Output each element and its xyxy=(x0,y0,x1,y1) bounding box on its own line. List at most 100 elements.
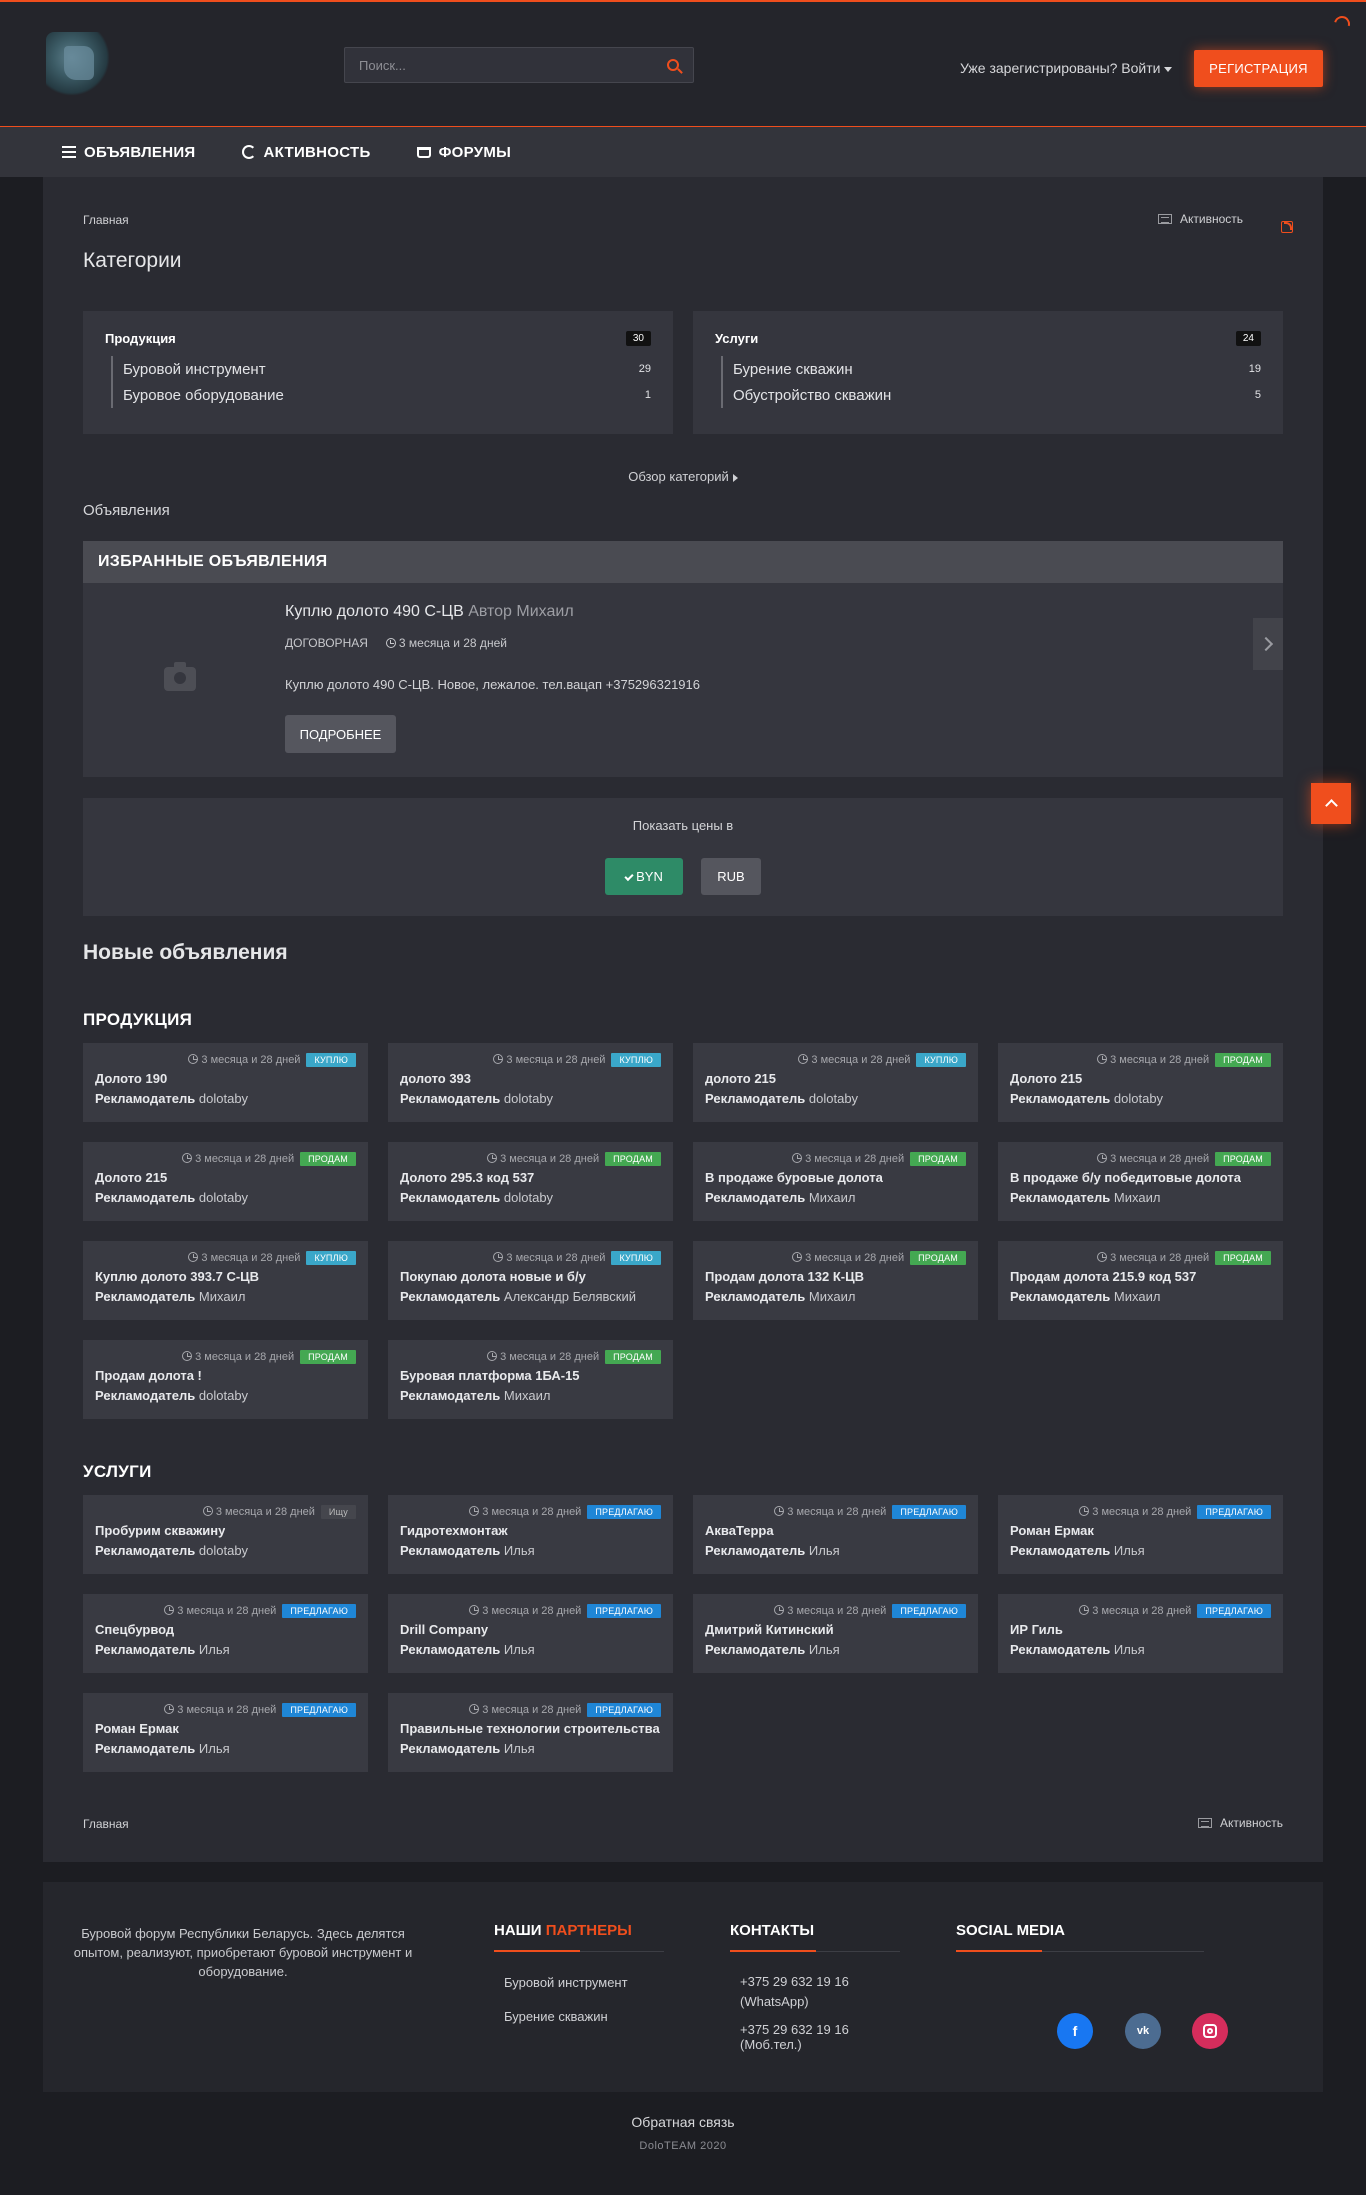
contact-whatsapp[interactable]: +375 29 632 19 16 (WhatsApp) xyxy=(740,1972,890,2012)
nav-item-ads[interactable]: ОБЪЯВЛЕНИЯ xyxy=(62,144,196,161)
ad-card[interactable]: 3 месяца и 28 дней ПРЕДЛАГАЮ ИР Гиль Реклам… xyxy=(998,1594,1283,1673)
vk-icon[interactable]: vk xyxy=(1125,2013,1161,2049)
rss-icon[interactable] xyxy=(1281,221,1293,233)
search-icon[interactable] xyxy=(667,59,679,71)
ad-title[interactable]: Роман Ермак xyxy=(95,1721,179,1736)
ad-title[interactable]: Долото 215 xyxy=(95,1170,167,1185)
instagram-icon[interactable] xyxy=(1192,2013,1228,2049)
ad-card[interactable]: 3 месяца и 28 дней ПРОДАМ Долото 215 Реклам… xyxy=(83,1142,368,1221)
ad-title[interactable]: Продам долота 215.9 код 537 xyxy=(1010,1269,1196,1284)
search-input[interactable] xyxy=(359,57,667,73)
ad-title[interactable]: Буровая платформа 1БА-15 xyxy=(400,1368,580,1383)
search-box[interactable] xyxy=(344,47,694,83)
ad-title[interactable]: долото 215 xyxy=(705,1071,776,1086)
activity-link[interactable]: Активность xyxy=(1157,212,1243,226)
subcategory-row[interactable]: Обустройство скважин 5 xyxy=(733,382,1261,408)
ad-time: 3 месяца и 28 дней xyxy=(1097,1153,1209,1165)
ad-title[interactable]: Покупаю долота новые и б/у xyxy=(400,1269,586,1284)
ad-title[interactable]: В продаже б/у победитовые долота xyxy=(1010,1170,1241,1185)
ad-card[interactable]: 3 месяца и 28 дней ПРОДАМ Долото 215 Реклам… xyxy=(998,1043,1283,1122)
ad-card[interactable]: 3 месяца и 28 дней КУПЛЮ Куплю долото 393.… xyxy=(83,1241,368,1320)
ad-time-text: 3 месяца и 28 дней xyxy=(482,1506,582,1518)
partner-link[interactable]: Бурение скважин xyxy=(504,2009,608,2024)
featured-ad-title[interactable]: Куплю долото 490 С-ЦВ Автор Михаил xyxy=(285,603,574,621)
ad-author: Рекламодатель Илья xyxy=(400,1543,535,1558)
partner-link[interactable]: Буровой инструмент xyxy=(504,1975,628,1990)
ad-title[interactable]: Долото 190 xyxy=(95,1071,167,1086)
ad-card[interactable]: 3 месяца и 28 дней КУПЛЮ долото 393 Рекламо… xyxy=(388,1043,673,1122)
ad-type-badge: ПРЕДЛАГАЮ xyxy=(587,1604,661,1618)
ad-title[interactable]: Долото 295.3 код 537 xyxy=(400,1170,534,1185)
category-title[interactable]: Продукция xyxy=(105,331,176,346)
currency-label: Показать цены в xyxy=(632,818,734,833)
ad-title[interactable]: Дмитрий Китинский xyxy=(705,1622,834,1637)
facebook-icon[interactable]: f xyxy=(1057,2013,1093,2049)
ad-title[interactable]: Долото 215 xyxy=(1010,1071,1082,1086)
ad-title[interactable]: Роман Ермак xyxy=(1010,1523,1094,1538)
nav-label: АКТИВНОСТЬ xyxy=(263,143,371,161)
activity-link-bottom[interactable]: Активность xyxy=(1197,1816,1283,1830)
ad-card[interactable]: 3 месяца и 28 дней КУПЛЮ долото 215 Рекламо… xyxy=(693,1043,978,1122)
ad-card[interactable]: 3 месяца и 28 дней ПРЕДЛАГАЮ АкваТерра Рекл… xyxy=(693,1495,978,1574)
ad-card[interactable]: 3 месяца и 28 дней Ищу Пробурим скважину Ре… xyxy=(83,1495,368,1574)
ad-title[interactable]: Гидротехмонтаж xyxy=(400,1523,508,1538)
subcategory-row[interactable]: Бурение скважин 19 xyxy=(733,356,1261,382)
more-button[interactable]: ПОДРОБНЕЕ xyxy=(285,715,396,753)
ad-time-text: 3 месяца и 28 дней xyxy=(1110,1252,1210,1264)
ad-card[interactable]: 3 месяца и 28 дней ПРЕДЛАГАЮ Правильные те… xyxy=(388,1693,673,1772)
ad-card[interactable]: 3 месяца и 28 дней ПРОДАМ Продам долота ! Р… xyxy=(83,1340,368,1419)
ad-card[interactable]: 3 месяца и 28 дней ПРОДАМ Долото 295.3 код… xyxy=(388,1142,673,1221)
ad-author-name: Илья xyxy=(503,1642,535,1657)
contact-mobile[interactable]: +375 29 632 19 16 (Моб.тел.) xyxy=(740,2022,900,2052)
breadcrumb[interactable]: Главная xyxy=(83,213,129,227)
feedback-link[interactable]: Обратная связь xyxy=(631,2114,734,2130)
subcategory-row[interactable]: Буровой инструмент 29 xyxy=(123,356,651,382)
ad-meta: 3 месяца и 28 дней ПРОДАМ xyxy=(1097,1053,1271,1067)
next-slide-button[interactable] xyxy=(1253,618,1283,670)
clock-icon xyxy=(1079,1506,1090,1516)
ad-card[interactable]: 3 месяца и 28 дней ПРЕДЛАГАЮ Роман Ермак Ре… xyxy=(83,1693,368,1772)
breadcrumb-bottom[interactable]: Главная xyxy=(83,1817,129,1831)
ad-card[interactable]: 3 месяца и 28 дней ПРЕДЛАГАЮ Дмитрий Китин… xyxy=(693,1594,978,1673)
ad-card[interactable]: 3 месяца и 28 дней ПРОДАМ Продам долота 13… xyxy=(693,1241,978,1320)
ad-card[interactable]: 3 месяца и 28 дней КУПЛЮ Долото 190 Рекламо… xyxy=(83,1043,368,1122)
ad-meta: 3 месяца и 28 дней ПРЕДЛАГАЮ xyxy=(1079,1604,1271,1618)
subcategory-name: Буровой инструмент xyxy=(123,360,266,378)
browse-categories-link[interactable]: Обзор категорий xyxy=(43,469,1323,484)
ad-title[interactable]: В продаже буровые долота xyxy=(705,1170,883,1185)
ad-title[interactable]: Пробурим скважину xyxy=(95,1523,225,1538)
ad-title[interactable]: долото 393 xyxy=(400,1071,471,1086)
ad-title[interactable]: ИР Гиль xyxy=(1010,1622,1063,1637)
register-button[interactable]: РЕГИСТРАЦИЯ xyxy=(1194,50,1323,87)
subcategory-row[interactable]: Буровое оборудование 1 xyxy=(123,382,651,408)
ad-title[interactable]: Продам долота ! xyxy=(95,1368,202,1383)
site-logo[interactable] xyxy=(46,32,110,96)
ad-card[interactable]: 3 месяца и 28 дней КУПЛЮ Покупаю долота но… xyxy=(388,1241,673,1320)
ad-card[interactable]: 3 месяца и 28 дней ПРОДАМ Буровая платформ… xyxy=(388,1340,673,1419)
ad-card[interactable]: 3 месяца и 28 дней ПРЕДЛАГАЮ Drill Company… xyxy=(388,1594,673,1673)
ad-card[interactable]: 3 месяца и 28 дней ПРОДАМ Продам долота 21… xyxy=(998,1241,1283,1320)
ad-time-text: 3 месяца и 28 дней xyxy=(195,1153,295,1165)
ad-title[interactable]: Drill Company xyxy=(400,1622,488,1637)
ad-title[interactable]: Спецбурвод xyxy=(95,1622,174,1637)
ad-title[interactable]: Правильные технологии строительства xyxy=(400,1721,660,1736)
ad-card[interactable]: 3 месяца и 28 дней ПРОДАМ В продаже б/у по… xyxy=(998,1142,1283,1221)
ad-author-label: Рекламодатель xyxy=(95,1543,196,1558)
ad-time: 3 месяца и 28 дней xyxy=(1097,1054,1209,1066)
scroll-to-top-button[interactable] xyxy=(1311,783,1351,824)
nav-item-forums[interactable]: ФОРУМЫ xyxy=(416,144,512,161)
login-link[interactable]: Уже зарегистрированы? Войти xyxy=(960,60,1173,76)
ad-author-label: Рекламодатель xyxy=(95,1388,196,1403)
ad-title[interactable]: Куплю долото 393.7 С-ЦВ xyxy=(95,1269,259,1284)
ad-card[interactable]: 3 месяца и 28 дней ПРОДАМ В продаже буровы… xyxy=(693,1142,978,1221)
ad-title[interactable]: АкваТерра xyxy=(705,1523,774,1538)
currency-rub-button[interactable]: RUB xyxy=(701,858,761,895)
currency-byn-button[interactable]: BYN xyxy=(605,858,683,895)
ad-card[interactable]: 3 месяца и 28 дней ПРЕДЛАГАЮ Гидротехмонта… xyxy=(388,1495,673,1574)
ad-title[interactable]: Продам долота 132 К-ЦВ xyxy=(705,1269,864,1284)
nav-item-activity[interactable]: АКТИВНОСТЬ xyxy=(241,143,371,161)
category-title[interactable]: Услуги xyxy=(715,331,758,346)
ad-card[interactable]: 3 месяца и 28 дней ПРЕДЛАГАЮ Роман Ермак Ре… xyxy=(998,1495,1283,1574)
ad-card[interactable]: 3 месяца и 28 дней ПРЕДЛАГАЮ Спецбурвод Рек… xyxy=(83,1594,368,1673)
login-label: Уже зарегистрированы? Войти xyxy=(960,60,1161,76)
